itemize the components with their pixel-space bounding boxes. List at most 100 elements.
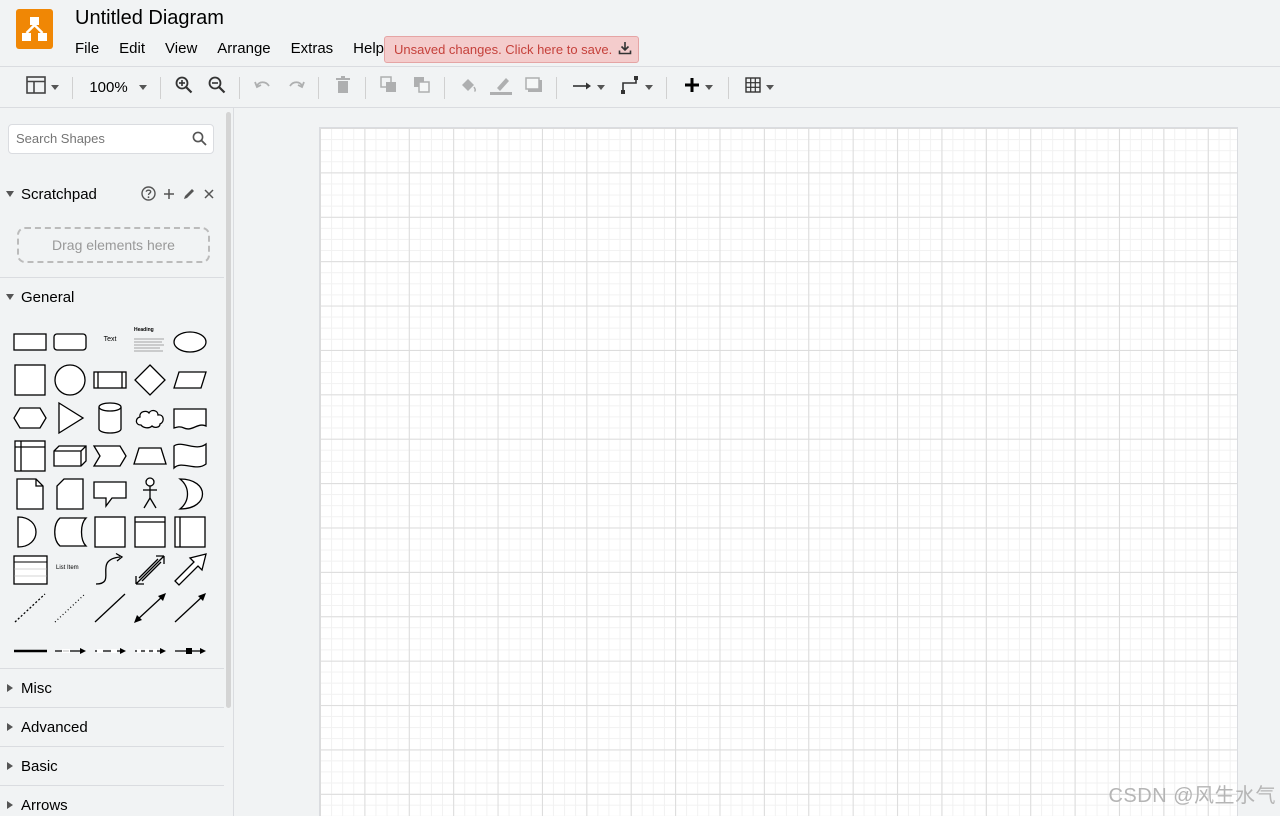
basic-label: Basic	[21, 757, 58, 775]
shape-bidirectional-connector[interactable]	[130, 590, 170, 628]
shape-text-label: Text	[103, 336, 117, 343]
menu-extras[interactable]: Extras	[291, 40, 334, 57]
zoom-in-icon	[175, 76, 193, 99]
caret-down-icon	[6, 294, 14, 300]
shape-text[interactable]: Text	[90, 324, 130, 362]
shadow-button[interactable]	[522, 74, 546, 100]
shape-hexagon[interactable]	[10, 400, 50, 438]
edit-icon[interactable]	[182, 187, 196, 201]
zoom-dropdown[interactable]: 100%	[86, 74, 150, 100]
shape-block-arrow[interactable]	[170, 552, 210, 590]
delete-button[interactable]	[331, 74, 355, 100]
table-button[interactable]	[740, 74, 778, 100]
shape-container[interactable]	[90, 514, 130, 552]
search-icon[interactable]	[192, 131, 207, 151]
close-icon[interactable]	[202, 187, 216, 201]
shape-square[interactable]	[10, 362, 50, 400]
shape-cloud[interactable]	[130, 400, 170, 438]
shape-cube[interactable]	[50, 438, 90, 476]
zoom-in-button[interactable]	[172, 74, 196, 100]
add-icon[interactable]	[162, 187, 176, 201]
scratchpad-drop-zone[interactable]: Drag elements here	[17, 227, 210, 263]
menu-help[interactable]: Help	[353, 40, 384, 57]
shape-swimlane[interactable]	[130, 514, 170, 552]
shape-diamond[interactable]	[130, 362, 170, 400]
shape-directional-connector[interactable]	[170, 590, 210, 628]
shape-data-storage[interactable]	[10, 514, 50, 552]
diagram-canvas-area[interactable]	[235, 108, 1280, 816]
shape-double-arrow[interactable]	[130, 552, 170, 590]
drawio-logo-icon[interactable]	[16, 9, 53, 49]
scratchpad-header[interactable]: Scratchpad	[0, 175, 224, 213]
shape-step[interactable]	[90, 438, 130, 476]
shape-internal-storage[interactable]	[10, 438, 50, 476]
sidebar-scrollbar[interactable]	[226, 112, 231, 708]
shape-tape[interactable]	[170, 438, 210, 476]
arrows-header[interactable]: Arrows	[0, 786, 224, 816]
waypoints-icon	[620, 75, 640, 99]
general-label: General	[21, 288, 75, 306]
shape-note[interactable]	[10, 476, 50, 514]
shape-or[interactable]	[170, 476, 210, 514]
menu-view[interactable]: View	[165, 40, 197, 57]
shape-parallelogram[interactable]	[170, 362, 210, 400]
diagram-title[interactable]: Untitled Diagram	[75, 7, 224, 30]
advanced-header[interactable]: Advanced	[0, 708, 224, 746]
format-panel-button[interactable]	[22, 74, 62, 100]
shape-rounded-rectangle[interactable]	[50, 324, 90, 362]
fill-color-button[interactable]	[456, 74, 480, 100]
arrows-label: Arrows	[21, 796, 68, 814]
toolbar-divider	[72, 77, 73, 99]
search-shapes-box[interactable]	[8, 124, 214, 154]
search-input[interactable]	[16, 131, 186, 146]
shape-vertical-swimlane[interactable]	[170, 514, 210, 552]
shape-curved-arrow[interactable]	[90, 552, 130, 590]
shape-ellipse[interactable]	[170, 324, 210, 362]
diagram-page-grid[interactable]	[319, 127, 1238, 816]
shape-dashed-line[interactable]	[10, 590, 50, 628]
line-color-button[interactable]	[488, 74, 514, 100]
redo-button[interactable]	[284, 74, 308, 100]
shape-process[interactable]	[90, 362, 130, 400]
to-front-button[interactable]	[377, 74, 401, 100]
shape-actor[interactable]	[130, 476, 170, 514]
shape-connector-with-two-labels[interactable]	[90, 628, 130, 666]
shape-callout[interactable]	[90, 476, 130, 514]
menu-arrange[interactable]: Arrange	[217, 40, 270, 57]
to-back-button[interactable]	[410, 74, 434, 100]
line-color-icon	[489, 75, 513, 100]
shape-triangle[interactable]	[50, 400, 90, 438]
misc-header[interactable]: Misc	[0, 669, 224, 707]
insert-button[interactable]	[679, 74, 717, 100]
shape-circle[interactable]	[50, 362, 90, 400]
shape-dotted-line[interactable]	[50, 590, 90, 628]
menu-edit[interactable]: Edit	[119, 40, 145, 57]
menu-file[interactable]: File	[75, 40, 99, 57]
caret-right-icon	[7, 762, 13, 770]
zoom-out-icon	[208, 76, 226, 99]
shape-rectangle[interactable]	[10, 324, 50, 362]
shape-trapezoid[interactable]	[130, 438, 170, 476]
shape-stored-data[interactable]	[50, 514, 90, 552]
shape-heading-textbox[interactable]: Heading	[130, 324, 170, 362]
help-icon[interactable]	[141, 186, 156, 201]
waypoints-button[interactable]	[617, 74, 655, 100]
shape-cylinder[interactable]	[90, 400, 130, 438]
shape-line[interactable]	[90, 590, 130, 628]
shape-card[interactable]	[50, 476, 90, 514]
shape-document[interactable]	[170, 400, 210, 438]
shape-list-item[interactable]: List Item	[50, 552, 90, 590]
shape-connector-with-symbol[interactable]	[170, 628, 210, 666]
zoom-out-button[interactable]	[205, 74, 229, 100]
unsaved-changes-button[interactable]: Unsaved changes. Click here to save.	[384, 36, 639, 63]
undo-button[interactable]	[251, 74, 275, 100]
shape-list[interactable]	[10, 552, 50, 590]
general-header[interactable]: General	[0, 278, 224, 316]
format-panel-icon	[25, 75, 46, 99]
basic-header[interactable]: Basic	[0, 747, 224, 785]
connection-style-button[interactable]	[569, 74, 607, 100]
shape-connector-with-label[interactable]	[50, 628, 90, 666]
shape-link[interactable]	[10, 628, 50, 666]
toolbar-divider	[318, 77, 319, 99]
shape-connector-with-three-labels[interactable]	[130, 628, 170, 666]
